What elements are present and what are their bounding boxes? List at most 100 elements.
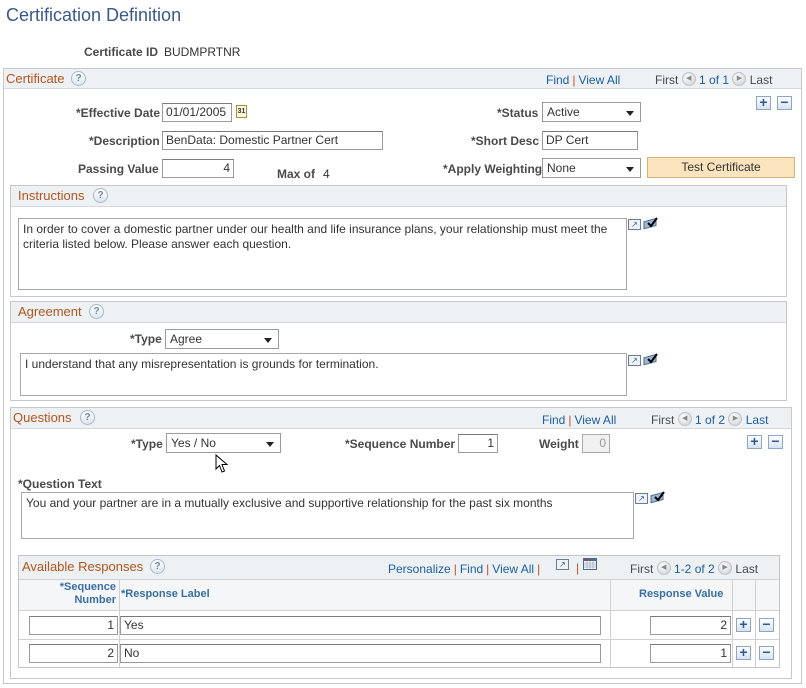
responses-toolbar: Personalize | Find | View All |	[388, 562, 543, 576]
description-input[interactable]: BenData: Domestic Partner Cert	[162, 131, 383, 150]
next-icon[interactable]: ▶	[732, 71, 747, 86]
certificate-first-label: First	[655, 73, 679, 87]
expand-textarea-icon[interactable]: ↗	[635, 493, 648, 504]
expand-textarea-icon[interactable]: ↗	[628, 355, 641, 366]
expand-textarea-icon[interactable]: ↗	[628, 219, 641, 230]
response-label-input[interactable]: No	[120, 644, 601, 663]
download-grid-icon[interactable]	[583, 558, 597, 570]
response-sequence-input[interactable]: 1	[29, 616, 118, 635]
instructions-textarea[interactable]: In order to cover a domestic partner und…	[18, 218, 627, 290]
certificate-pager: First ◀ 1 of 1 ▶ Last	[655, 71, 773, 88]
question-type-select-value: Yes / No	[171, 436, 216, 450]
response-label-input[interactable]: Yes	[120, 616, 601, 635]
next-icon[interactable]: ▶	[718, 560, 733, 575]
previous-icon[interactable]: ◀	[677, 411, 692, 426]
column-header-response-label[interactable]: *Response Label	[121, 588, 210, 600]
responses-view-all-link[interactable]: View All	[492, 562, 534, 576]
agreement-header	[11, 302, 786, 323]
questions-pager-text: 1 of 2	[695, 413, 726, 427]
certificate-add-row-button[interactable]: +	[756, 95, 771, 110]
apply-weighting-label: *Apply Weighting	[443, 162, 543, 176]
grid-divider	[755, 579, 756, 667]
grid-divider	[732, 579, 733, 667]
grid-divider	[19, 639, 779, 640]
column-header-response-value[interactable]: Response Value	[639, 588, 723, 600]
short-desc-label: *Short Desc	[471, 134, 540, 148]
apply-weighting-select-value: None	[547, 161, 576, 175]
certificate-last-label: Last	[749, 73, 773, 87]
question-text-label: *Question Text	[18, 477, 102, 491]
responses-find-link[interactable]: Find	[460, 562, 483, 576]
response-value-input[interactable]: 1	[650, 644, 731, 663]
certificate-help-icon[interactable]: ?	[71, 71, 86, 86]
question-delete-row-button[interactable]: −	[768, 434, 783, 449]
status-label: *Status	[497, 106, 539, 120]
spell-check-icon[interactable]	[643, 352, 659, 367]
chevron-down-icon	[626, 167, 634, 172]
sequence-number-input[interactable]: 1	[458, 434, 498, 453]
agreement-type-label: *Type	[130, 332, 162, 346]
test-certificate-button[interactable]: Test Certificate	[647, 157, 795, 178]
apply-weighting-select[interactable]: None	[542, 158, 641, 178]
certificate-id-value: BUDMPRTNR	[164, 45, 241, 59]
weight-label: Weight	[539, 437, 579, 451]
personalize-link[interactable]: Personalize	[388, 562, 451, 576]
column-header-sequence-number[interactable]: *Sequence Number	[40, 581, 116, 607]
response-add-row-button[interactable]: +	[736, 617, 751, 632]
questions-find-link[interactable]: Find	[542, 413, 565, 427]
status-select-value: Active	[547, 105, 580, 119]
question-text-textarea[interactable]: You and your partner are in a mutually e…	[21, 492, 634, 539]
question-type-select[interactable]: Yes / No	[166, 433, 281, 453]
instructions-help-icon[interactable]: ?	[93, 188, 108, 203]
agreement-type-select[interactable]: Agree	[165, 329, 279, 349]
responses-pager: First ◀ 1-2 of 2 ▶ Last	[630, 560, 758, 577]
response-sequence-input[interactable]: 2	[29, 644, 118, 663]
certificate-find-link[interactable]: Find	[546, 73, 569, 87]
certificate-pager-text: 1 of 1	[699, 73, 730, 87]
column-header-line: *Sequence	[59, 581, 116, 593]
separator: |	[537, 562, 541, 576]
response-value-input[interactable]: 2	[650, 616, 731, 635]
effective-date-input[interactable]: 01/01/2005	[162, 103, 232, 122]
chevron-down-icon	[626, 111, 634, 116]
question-add-row-button[interactable]: +	[747, 434, 762, 449]
certificate-id-label: Certificate ID	[84, 45, 159, 59]
calendar-icon[interactable]: 31	[236, 105, 247, 118]
description-label: *Description	[89, 134, 160, 148]
question-type-label: *Type	[131, 437, 163, 451]
mouse-cursor-icon	[215, 454, 229, 473]
separator: |	[568, 413, 572, 427]
instructions-header	[11, 186, 786, 207]
separator: |	[453, 562, 457, 576]
agreement-type-select-value: Agree	[170, 332, 203, 346]
weight-input[interactable]: 0	[582, 434, 610, 453]
questions-last-label[interactable]: Last	[746, 413, 769, 427]
questions-first-label: First	[651, 413, 675, 427]
spell-check-icon[interactable]	[650, 490, 666, 505]
agreement-textarea[interactable]: I understand that any misrepresentation …	[20, 353, 627, 396]
status-select[interactable]: Active	[542, 102, 641, 122]
spell-check-icon[interactable]	[643, 216, 659, 231]
new-window-icon[interactable]: ↗	[556, 559, 569, 570]
separator: |	[572, 73, 576, 87]
response-delete-row-button[interactable]: −	[759, 645, 774, 660]
short-desc-input[interactable]: DP Cert	[542, 131, 638, 150]
passing-value-input[interactable]: 4	[162, 159, 234, 178]
agreement-help-icon[interactable]: ?	[89, 304, 104, 319]
questions-help-icon[interactable]: ?	[80, 410, 95, 425]
page-title: Certification Definition	[6, 5, 182, 25]
response-add-row-button[interactable]: +	[736, 645, 751, 660]
available-responses-title: Available Responses	[22, 559, 144, 574]
grid-divider	[610, 579, 611, 667]
previous-icon[interactable]: ◀	[681, 71, 696, 86]
questions-view-all-link[interactable]: View All	[574, 413, 616, 427]
certificate-delete-row-button[interactable]: −	[777, 95, 792, 110]
available-responses-help-icon[interactable]: ?	[150, 559, 165, 574]
previous-icon[interactable]: ◀	[656, 560, 671, 575]
max-of-label: Max of	[277, 167, 316, 181]
certificate-view-all-link[interactable]: View All	[578, 73, 620, 87]
chevron-down-icon	[264, 338, 272, 343]
next-icon[interactable]: ▶	[728, 411, 743, 426]
certificate-toolbar: Find | View All	[546, 73, 620, 87]
response-delete-row-button[interactable]: −	[759, 617, 774, 632]
